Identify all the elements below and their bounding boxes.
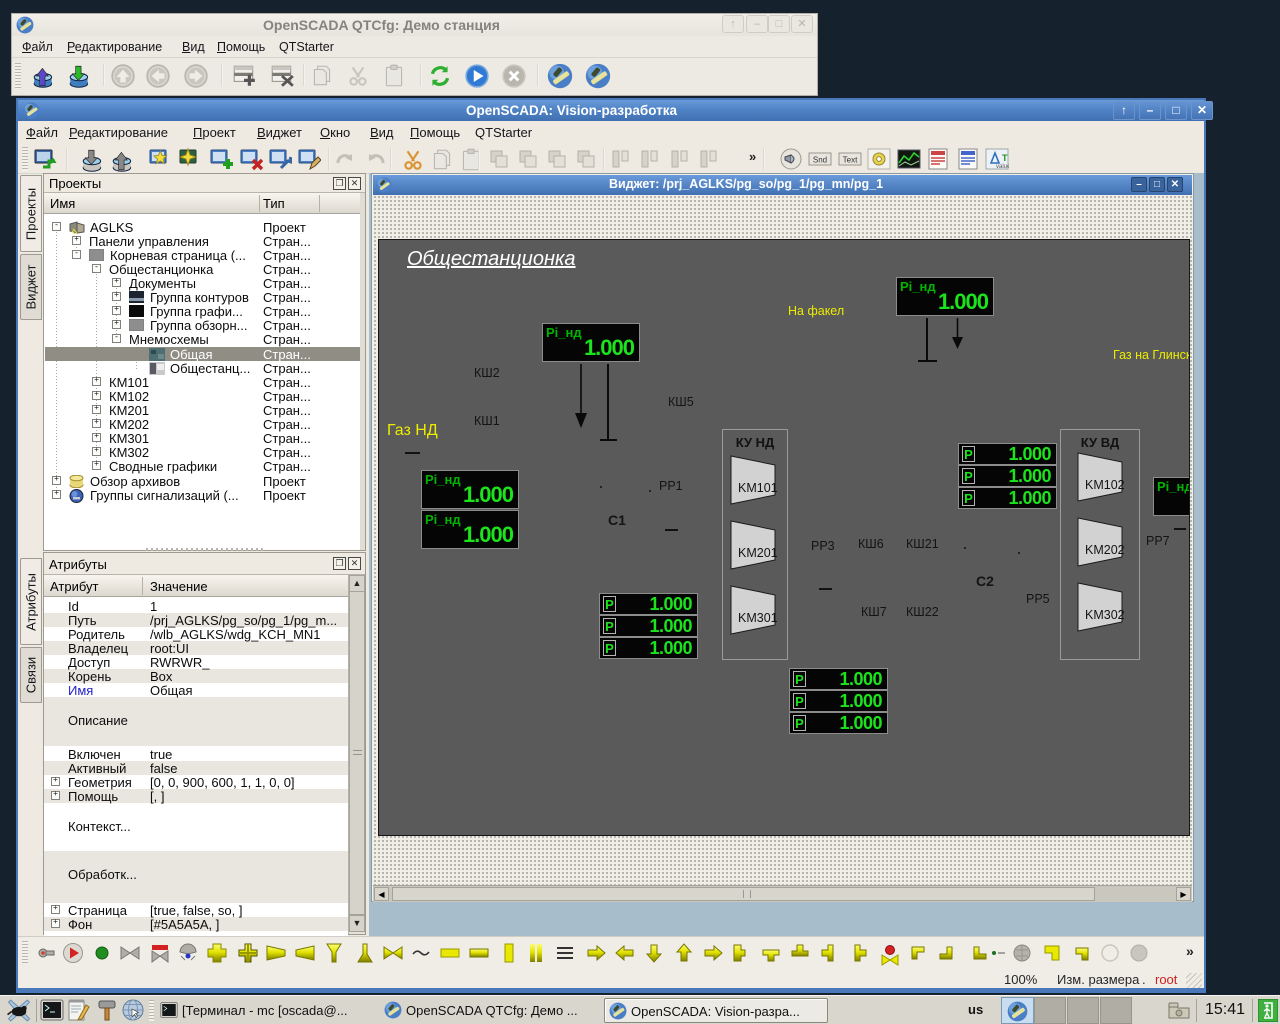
svg-text:Text: Text [843, 156, 858, 165]
svg-text:Snd: Snd [813, 156, 827, 165]
svg-text:T: T [1002, 153, 1008, 163]
svg-text:value: value [996, 164, 1009, 170]
